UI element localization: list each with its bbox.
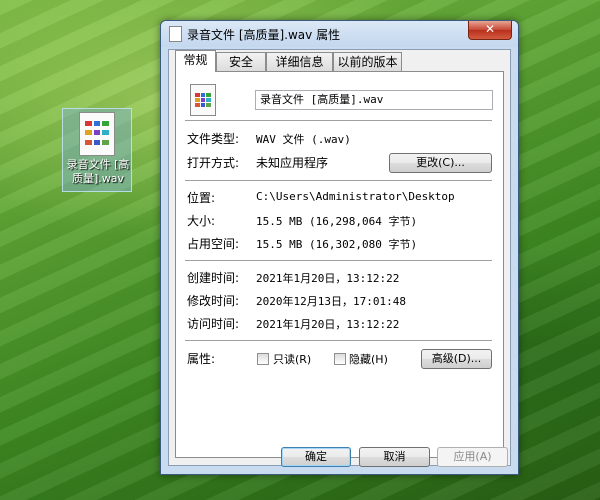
- title-bar[interactable]: 录音文件 [高质量].wav 属性 ✕: [161, 21, 518, 47]
- readonly-label[interactable]: 只读(R): [273, 351, 311, 367]
- location-label: 位置:: [187, 191, 216, 205]
- file-icon: [169, 26, 182, 42]
- hidden-label[interactable]: 隐藏(H): [349, 351, 388, 367]
- size-value: 15.5 MB (16,298,064 字节): [256, 215, 418, 228]
- opens-with-value: 未知应用程序: [256, 156, 329, 170]
- dialog-panel: 常规 安全 详细信息 以前的版本: [168, 49, 511, 466]
- created-label: 创建时间:: [187, 271, 240, 285]
- file-icon-grid: [195, 93, 211, 107]
- size-label: 大小:: [187, 214, 216, 228]
- close-button[interactable]: ✕: [468, 21, 512, 40]
- tab-general[interactable]: 常规: [175, 50, 216, 72]
- attributes-label: 属性:: [187, 352, 216, 366]
- divider: [185, 340, 492, 342]
- modified-label: 修改时间:: [187, 294, 240, 308]
- file-icon-grid: [85, 121, 109, 147]
- file-type-value: WAV 文件 (.wav): [256, 133, 351, 146]
- apply-button[interactable]: 应用(A): [437, 447, 508, 467]
- accessed-label: 访问时间:: [187, 317, 240, 331]
- desktop-file-icon[interactable]: 录音文件 [高质量].wav: [62, 108, 132, 192]
- location-value: C:\Users\Administrator\Desktop: [256, 190, 455, 203]
- modified-value: 2020年12月13日，17:01:48: [256, 295, 406, 308]
- created-value: 2021年1月20日，13:12:22: [256, 272, 400, 285]
- accessed-value: 2021年1月20日，13:12:22: [256, 318, 400, 331]
- wav-file-icon: [190, 84, 216, 116]
- wav-file-icon: [79, 112, 115, 156]
- divider: [185, 260, 492, 262]
- advanced-button[interactable]: 高级(D)...: [421, 349, 492, 369]
- divider: [185, 180, 492, 182]
- tab-security[interactable]: 安全: [216, 52, 266, 71]
- ok-button[interactable]: 确定: [281, 447, 351, 467]
- hidden-checkbox[interactable]: [334, 353, 346, 365]
- file-type-label: 文件类型:: [187, 132, 240, 146]
- desktop-file-label: 录音文件 [高质量].wav: [66, 158, 130, 185]
- readonly-checkbox[interactable]: [257, 353, 269, 365]
- window-title: 录音文件 [高质量].wav 属性: [187, 28, 341, 42]
- divider: [185, 120, 492, 122]
- tab-previous-versions[interactable]: 以前的版本: [333, 52, 402, 71]
- cancel-button[interactable]: 取消: [359, 447, 430, 467]
- size-on-disk-value: 15.5 MB (16,302,080 字节): [256, 238, 418, 251]
- change-button[interactable]: 更改(C)...: [389, 153, 492, 173]
- opens-with-label: 打开方式:: [187, 156, 240, 170]
- size-on-disk-label: 占用空间:: [187, 237, 240, 251]
- tab-details[interactable]: 详细信息: [266, 52, 333, 71]
- file-name-input[interactable]: 录音文件 [高质量].wav: [255, 90, 493, 110]
